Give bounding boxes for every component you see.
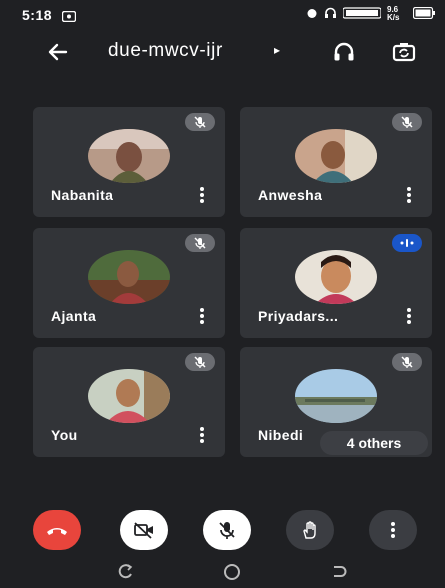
status-time: 5:18 xyxy=(22,7,53,23)
headphones-icon[interactable] xyxy=(330,38,358,66)
avatar xyxy=(88,129,170,183)
avatar xyxy=(295,369,377,423)
more-vertical-icon[interactable] xyxy=(197,307,207,325)
camera-switch-icon[interactable] xyxy=(390,38,418,66)
caret-right-icon[interactable]: ▸ xyxy=(274,43,280,57)
more-vertical-icon[interactable] xyxy=(404,307,414,325)
participant-name: Anwesha xyxy=(258,187,323,203)
meeting-code[interactable]: due-mwcv-ijr xyxy=(108,40,223,62)
hand-icon xyxy=(303,521,316,539)
video-toggle-button[interactable] xyxy=(120,510,168,550)
more-vertical-icon[interactable] xyxy=(404,186,414,204)
mic-off-icon xyxy=(392,353,422,371)
raise-hand-button[interactable] xyxy=(286,510,334,550)
battery-icon xyxy=(412,6,435,22)
alarm-icon xyxy=(306,7,318,22)
mic-off-icon xyxy=(219,522,235,539)
end-call-button[interactable] xyxy=(33,510,81,550)
avatar xyxy=(88,369,170,423)
participant-name: Nibedi xyxy=(258,427,304,443)
others-badge[interactable]: 4 others xyxy=(320,431,428,455)
more-vertical-icon[interactable] xyxy=(197,186,207,204)
participant-tile[interactable]: Anwesha xyxy=(240,107,432,217)
status-bar: 5:18 9.6 K/s xyxy=(0,0,445,28)
notification-icon xyxy=(61,9,77,27)
participant-name: Ajanta xyxy=(51,308,97,324)
avatar xyxy=(295,250,377,304)
more-vertical-icon xyxy=(391,522,395,538)
meeting-header: due-mwcv-ijr ▸ xyxy=(0,30,445,76)
participant-name: You xyxy=(51,427,78,443)
participant-name: Nabanita xyxy=(51,187,114,203)
recents-icon[interactable] xyxy=(116,564,134,585)
more-options-button[interactable] xyxy=(369,510,417,550)
mic-off-icon xyxy=(185,113,215,131)
avatar xyxy=(88,250,170,304)
call-controls xyxy=(0,505,445,555)
mic-toggle-button[interactable] xyxy=(203,510,251,550)
participant-tile[interactable]: Priyadars... xyxy=(240,228,432,338)
participant-name: Priyadars... xyxy=(258,308,339,324)
avatar xyxy=(295,129,377,183)
participant-tile[interactable]: You xyxy=(33,347,225,457)
more-vertical-icon[interactable] xyxy=(197,426,207,444)
mic-off-icon xyxy=(185,353,215,371)
mic-off-icon xyxy=(185,234,215,252)
signal-icon xyxy=(342,6,382,22)
participant-tile[interactable]: Ajanta xyxy=(33,228,225,338)
back-nav-icon[interactable] xyxy=(330,564,348,585)
status-icons: 9.6 K/s xyxy=(306,6,435,22)
network-speed: 9.6 K/s xyxy=(387,5,400,22)
headset-icon xyxy=(324,7,337,22)
participant-tile[interactable]: Nabanita xyxy=(33,107,225,217)
mic-off-icon xyxy=(392,113,422,131)
home-icon[interactable] xyxy=(222,563,242,586)
phone-hangup-icon xyxy=(47,528,67,535)
video-off-icon xyxy=(134,522,153,539)
speaking-indicator-icon xyxy=(392,234,422,252)
arrow-left-icon[interactable] xyxy=(44,38,72,66)
system-nav-bar xyxy=(0,558,445,588)
